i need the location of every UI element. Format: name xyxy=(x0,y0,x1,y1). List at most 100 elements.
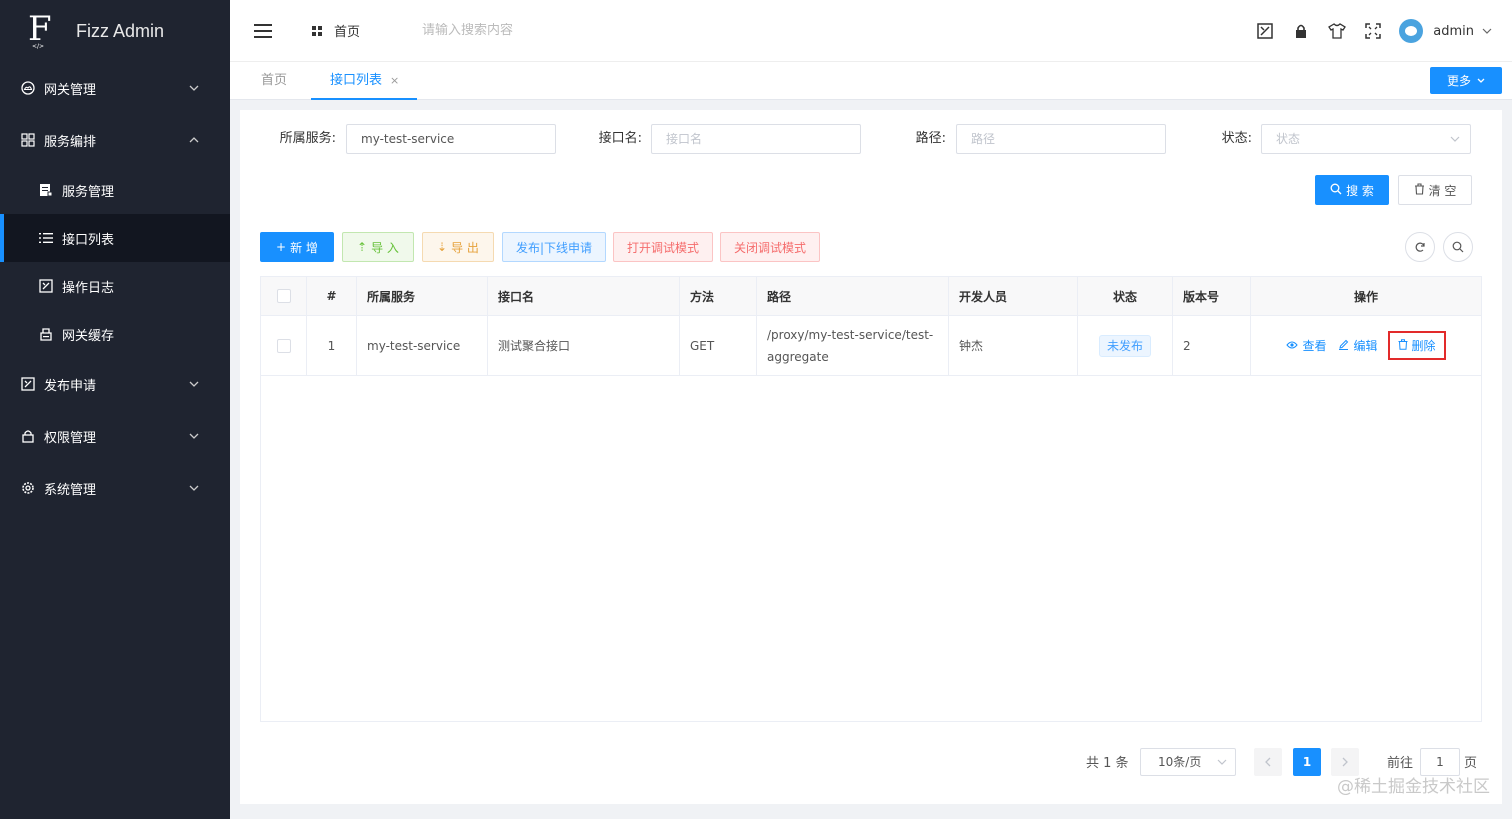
theme-shirt-icon[interactable] xyxy=(1327,21,1347,41)
add-button-label: 新 增 xyxy=(290,240,318,255)
row-path-cell: /proxy/my-test-service/test-aggregate xyxy=(757,316,949,375)
chevron-down-icon xyxy=(1450,136,1460,142)
open-debug-button[interactable]: 打开调试模式 xyxy=(613,232,713,262)
chevron-down-icon xyxy=(189,381,199,387)
status-select[interactable]: 状态 xyxy=(1261,124,1471,154)
edit-link[interactable]: 编辑 xyxy=(1338,337,1378,354)
column-header: 路径 xyxy=(757,277,949,315)
view-link[interactable]: 查看 xyxy=(1286,337,1326,354)
pagination-total: 共 1 条 xyxy=(1086,756,1129,771)
column-header: 状态 xyxy=(1078,277,1173,315)
sidebar-item-label: 发布申请 xyxy=(44,378,97,394)
sidebar-item-label: 权限管理 xyxy=(44,430,97,446)
main-content: 所属服务: 接口名: 路径: 状态: 状态 搜 索 清 空 + 新 增 ⇡ 导 … xyxy=(240,110,1502,804)
sidebar-item-gateway-cache[interactable]: 网关缓存 xyxy=(0,310,230,358)
doc-edit-icon xyxy=(38,182,54,198)
sidebar-item-api-list[interactable]: 接口列表 xyxy=(0,214,230,262)
export-button-label: 导 出 xyxy=(451,240,479,255)
page-number-button[interactable]: 1 xyxy=(1293,748,1321,776)
column-header: # xyxy=(307,277,357,315)
sidebar-item-gateway[interactable]: 网关管理 xyxy=(0,62,230,114)
more-button[interactable]: 更多 xyxy=(1430,67,1502,94)
lock-icon xyxy=(20,428,36,444)
import-button[interactable]: ⇡ 导 入 xyxy=(342,232,414,262)
fullscreen-icon[interactable] xyxy=(1363,21,1383,41)
add-button[interactable]: + 新 增 xyxy=(260,232,334,262)
column-header: 版本号 xyxy=(1173,277,1251,315)
filter-status-label: 状态: xyxy=(1221,131,1252,146)
sidebar-item-service-manage[interactable]: 服务管理 xyxy=(0,166,230,214)
sidebar-item-label: 服务编排 xyxy=(44,134,97,150)
page-size-select[interactable]: 10条/页 xyxy=(1140,748,1236,776)
refresh-icon[interactable] xyxy=(1405,232,1435,262)
global-search-input[interactable] xyxy=(422,23,623,38)
close-icon[interactable]: × xyxy=(390,74,399,87)
screenshot-icon[interactable] xyxy=(1255,21,1275,41)
chevron-right-icon xyxy=(1342,757,1348,767)
publish-request-button[interactable]: 发布|下线申请 xyxy=(502,232,606,262)
import-button-label: 导 入 xyxy=(371,240,399,255)
export-button[interactable]: ⇣ 导 出 xyxy=(422,232,494,262)
watermark: @稀土掘金技术社区 xyxy=(1337,777,1490,797)
view-label: 查看 xyxy=(1302,339,1327,353)
chevron-down-icon xyxy=(189,485,199,491)
sidebar-item-permission[interactable]: 权限管理 xyxy=(0,410,230,462)
table-header: # 所属服务 接口名 方法 路径 开发人员 状态 版本号 操作 xyxy=(261,277,1481,316)
row-status-cell: 未发布 xyxy=(1078,316,1173,375)
sidebar-item-publish[interactable]: 发布申请 xyxy=(0,358,230,410)
eye-icon xyxy=(1286,339,1299,353)
tab-label: 接口列表 xyxy=(330,73,383,88)
row-method: GET xyxy=(680,316,757,375)
row-checkbox[interactable] xyxy=(276,338,291,353)
table-row: 1 my-test-service 测试聚合接口 GET /proxy/my-t… xyxy=(261,316,1481,376)
search-toggle-icon[interactable] xyxy=(1443,232,1473,262)
cache-icon xyxy=(38,326,54,342)
chevron-down-icon xyxy=(1217,759,1227,765)
prev-page-button[interactable] xyxy=(1254,748,1282,776)
sidebar-item-label: 系统管理 xyxy=(44,482,97,498)
sidebar-item-label: 操作日志 xyxy=(62,280,115,296)
topbar: 首页 admin xyxy=(230,0,1512,62)
publish-icon xyxy=(20,376,36,392)
row-version: 2 xyxy=(1173,316,1251,375)
search-button[interactable]: 搜 索 xyxy=(1315,175,1389,205)
chevron-down-icon xyxy=(189,85,199,91)
row-index: 1 xyxy=(307,316,357,375)
user-name[interactable]: admin xyxy=(1433,24,1474,39)
chevron-down-icon[interactable] xyxy=(1482,26,1492,36)
tab-api-list[interactable]: 接口列表 × xyxy=(311,62,417,100)
path-input[interactable] xyxy=(956,124,1166,154)
service-input[interactable] xyxy=(346,124,556,154)
sidebar-item-op-log[interactable]: 操作日志 xyxy=(0,262,230,310)
sidebar-item-system[interactable]: 系统管理 xyxy=(0,462,230,514)
chevron-down-icon xyxy=(1477,78,1485,83)
row-developer: 钟杰 xyxy=(949,316,1078,375)
delete-label: 删除 xyxy=(1411,339,1436,353)
select-all-cell xyxy=(261,277,307,315)
sidebar-item-orchestration[interactable]: 服务编排 xyxy=(0,114,230,166)
filter-service-label: 所属服务: xyxy=(279,131,336,146)
sidebar-item-label: 接口列表 xyxy=(62,232,115,248)
cloud-icon xyxy=(20,80,36,96)
tab-home[interactable]: 首页 xyxy=(261,62,287,100)
close-debug-button[interactable]: 关闭调试模式 xyxy=(720,232,820,262)
gear-icon xyxy=(20,480,36,496)
search-icon xyxy=(1330,183,1342,198)
clear-button[interactable]: 清 空 xyxy=(1398,175,1472,205)
download-icon: ⇣ xyxy=(437,240,448,254)
delete-link[interactable]: 删除 xyxy=(1387,331,1446,360)
grid-icon xyxy=(312,25,322,36)
column-header: 操作 xyxy=(1353,289,1378,304)
api-name-input[interactable] xyxy=(651,124,861,154)
row-select-cell xyxy=(261,316,307,375)
avatar[interactable] xyxy=(1399,19,1424,43)
breadcrumb[interactable]: 首页 xyxy=(312,21,360,40)
filter-path-label: 路径: xyxy=(915,131,946,146)
menu-toggle-icon[interactable] xyxy=(254,23,272,38)
edit-icon xyxy=(1338,339,1349,353)
select-all-checkbox[interactable] xyxy=(276,289,291,303)
sidebar-item-label: 网关管理 xyxy=(44,82,97,98)
app-logo[interactable]: F </> Fizz Admin xyxy=(0,0,230,62)
column-header: 开发人员 xyxy=(949,277,1078,315)
lock-icon[interactable] xyxy=(1291,21,1311,41)
